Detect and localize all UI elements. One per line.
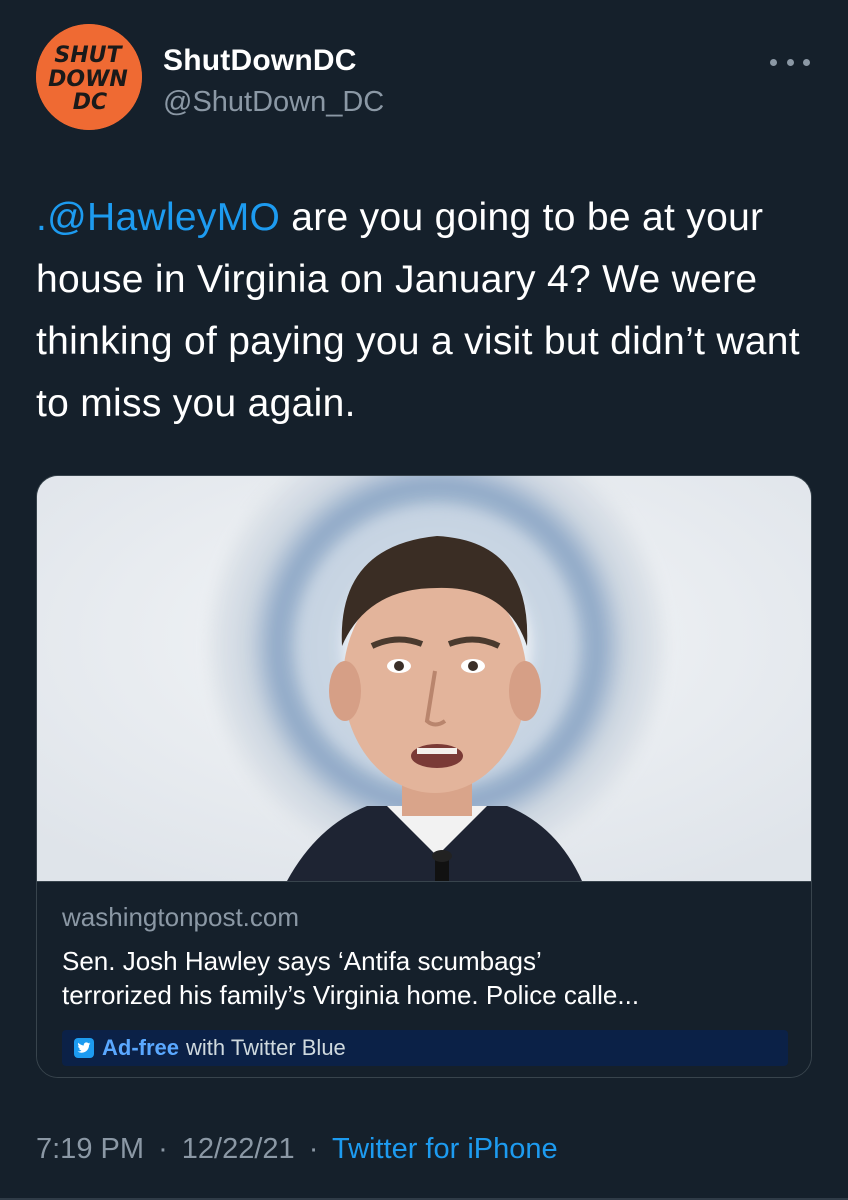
ad-free-label: Ad-free	[102, 1035, 180, 1060]
user-handle[interactable]: @ShutDown_DC	[163, 86, 384, 119]
avatar-line-2: DOWN	[48, 67, 128, 92]
more-options-button[interactable]	[770, 50, 810, 74]
separator-dot: ·	[158, 1133, 168, 1165]
tweet-date[interactable]: 12/22/21	[182, 1133, 295, 1165]
link-preview-card[interactable]: washingtonpost.com Sen. Josh Hawley says…	[36, 475, 812, 1078]
card-meta: washingtonpost.com Sen. Josh Hawley says…	[37, 881, 811, 1077]
ad-free-subtext: with Twitter Blue	[186, 1035, 346, 1060]
mention-link[interactable]: .@HawleyMO	[36, 196, 280, 239]
tweet-time[interactable]: 7:19 PM	[36, 1133, 144, 1165]
more-horizontal-icon-dot	[786, 58, 794, 66]
card-title-line-1: Sen. Josh Hawley says ‘Antifa scumbags’	[62, 946, 542, 976]
twitter-blue-icon	[74, 1038, 94, 1058]
card-title-line-2: terrorized his family’s Virginia home. P…	[62, 980, 640, 1010]
separator-dot: ·	[308, 1133, 319, 1165]
ad-free-banner[interactable]: Ad-free with Twitter Blue	[62, 1030, 788, 1066]
tweet-detail: SHUT DOWN DC ShutDownDC @ShutDown_DC .@H…	[0, 0, 848, 1200]
tweet-source-link[interactable]: Twitter for iPhone	[332, 1133, 558, 1165]
more-horizontal-icon-dot	[803, 58, 810, 66]
card-domain: washingtonpost.com	[62, 902, 300, 932]
senator-photo-illustration	[37, 476, 811, 881]
avatar-line-1: SHUT	[54, 43, 123, 68]
tweet-text: .@HawleyMO are you going to be at your h…	[36, 187, 826, 435]
tweet-meta-footer: 7:19 PM · 12/22/21 · Twitter for iPhone	[36, 1133, 558, 1166]
card-title: Sen. Josh Hawley says ‘Antifa scumbags’ …	[62, 944, 792, 1012]
display-name[interactable]: ShutDownDC	[163, 44, 357, 78]
avatar[interactable]: SHUT DOWN DC	[36, 24, 142, 130]
more-horizontal-icon	[770, 58, 777, 66]
avatar-line-3: DC	[73, 90, 107, 115]
card-image	[37, 476, 811, 881]
shutdowndc-logo: SHUT DOWN DC	[36, 24, 142, 130]
